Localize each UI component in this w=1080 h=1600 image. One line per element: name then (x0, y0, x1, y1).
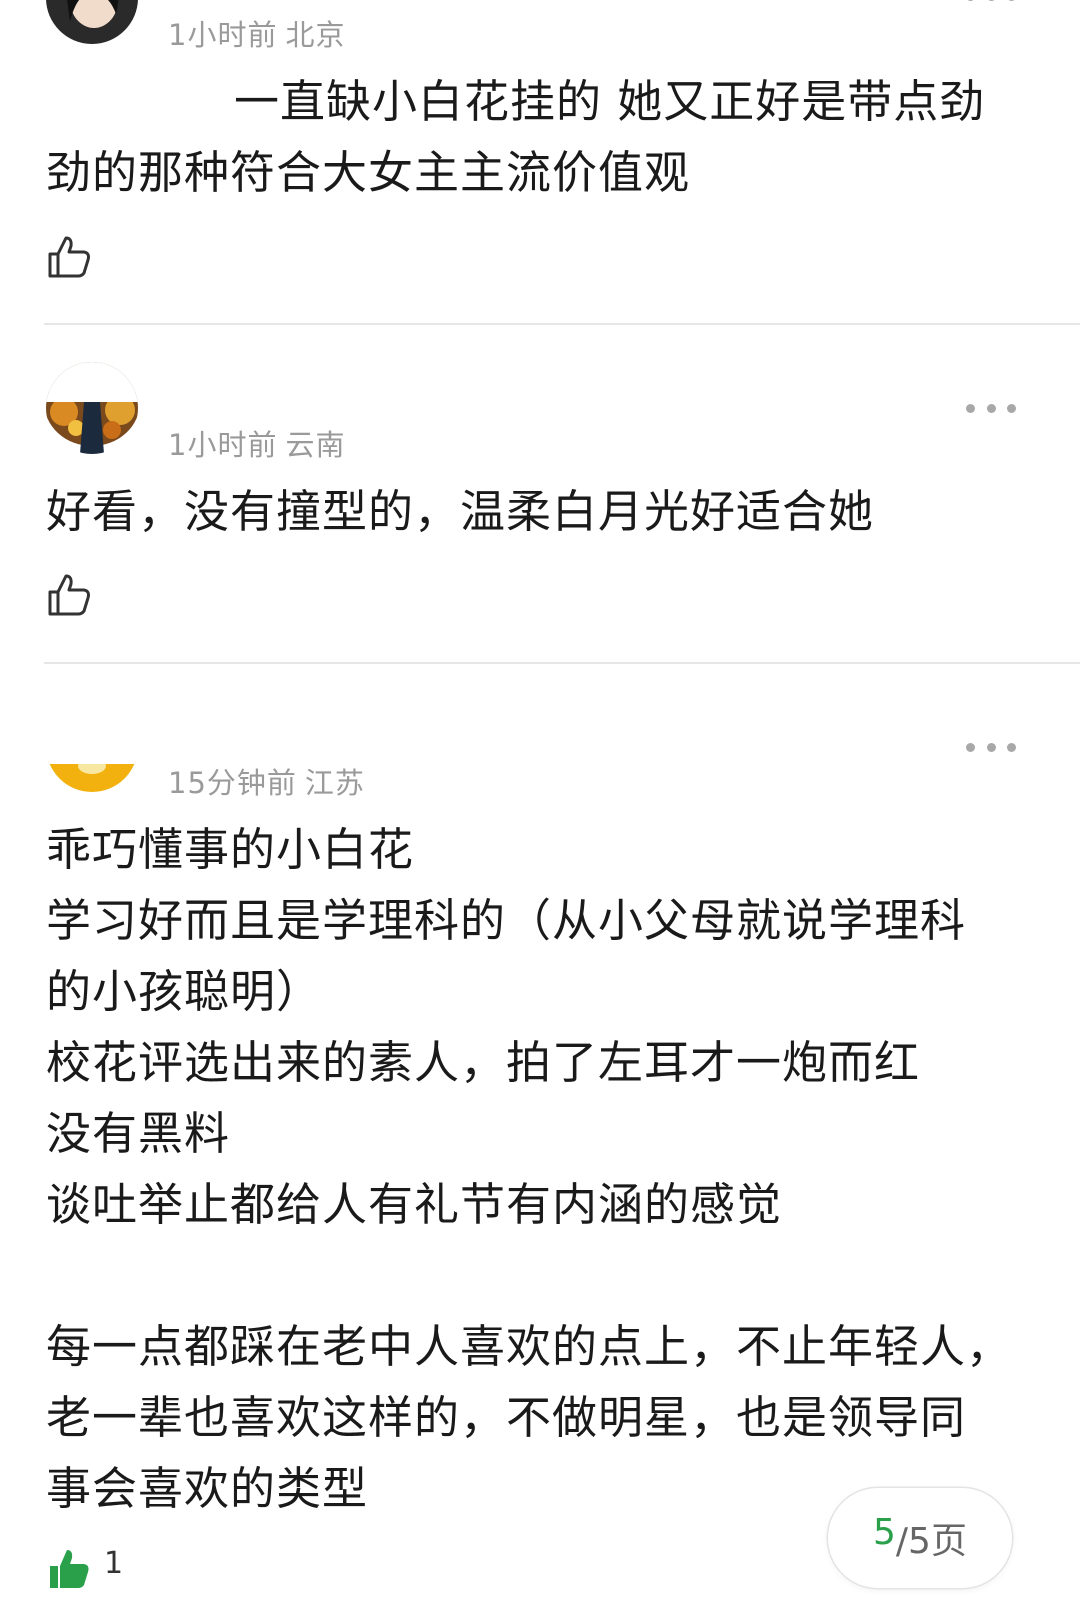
comment-line: 校花评选出来的素人，拍了左耳才一炮而红 (46, 1036, 921, 1089)
comment-line: 一直缺小白花挂的 她又正好是带点劲 (234, 75, 986, 128)
more-options-icon[interactable] (966, 400, 1016, 416)
thumbs-up-icon[interactable] (46, 232, 94, 280)
avatar[interactable] (46, 700, 138, 792)
comment-line: 谈吐举止都给人有礼节有内涵的感觉 (46, 1178, 783, 1231)
comment-text: 好看，没有撞型的，温柔白月光好适合她 (46, 476, 1036, 547)
comment-line: 劲的那种符合大女主主流价值观 (46, 146, 691, 199)
comment-text: 一直缺小白花挂的 她又正好是带点劲 劲的那种符合大女主主流价值观 (46, 66, 1036, 208)
comment-meta: 1小时前 云南 (168, 422, 345, 464)
comment-location: 江苏 (304, 766, 365, 800)
comment-meta: 1小时前 北京 (168, 12, 345, 54)
comment-line: 老一辈也喜欢这样的，不做明星，也是领导同 (46, 1391, 967, 1444)
comment-divider (44, 662, 1080, 664)
thumbs-up-icon[interactable] (46, 570, 94, 618)
comment-text: 乖巧懂事的小白花 学习好而且是学理科的（从小父母就说学理科 的小孩聪明） 校花评… (46, 814, 1036, 1524)
comment-time: 1小时前 (168, 428, 278, 462)
comment-line: 学习好而且是学理科的（从小父母就说学理科 (46, 894, 967, 947)
comment-line: 乖巧懂事的小白花 (46, 823, 415, 876)
avatar[interactable] (46, 362, 138, 454)
thumbs-up-filled-icon[interactable] (46, 1544, 94, 1592)
more-options-icon[interactable] (966, 739, 1016, 755)
total-pages: /5页 (895, 1521, 967, 1562)
comment-location: 云南 (285, 428, 346, 462)
comment-line: 好看，没有撞型的，温柔白月光好适合她 (46, 485, 875, 538)
comment-time: 1小时前 (168, 18, 278, 52)
comment-line: 的小孩聪明） (46, 965, 323, 1018)
comment-line: 每一点都踩在老中人喜欢的点上，不止年轻人， (46, 1320, 1013, 1373)
avatar[interactable] (46, 0, 138, 44)
current-page: 5 (873, 1512, 896, 1553)
comment-location: 北京 (285, 18, 346, 52)
comment-time: 15分钟前 (168, 766, 297, 800)
like-count: 1 (104, 1546, 124, 1581)
page-indicator[interactable]: 5/5页 (828, 1488, 1012, 1588)
more-options-icon[interactable] (966, 0, 1016, 4)
comment-line: 没有黑料 (46, 1107, 231, 1160)
comment-divider (44, 323, 1080, 325)
comment-meta: 15分钟前 江苏 (168, 760, 365, 802)
comment-blank-line (46, 1240, 1036, 1311)
